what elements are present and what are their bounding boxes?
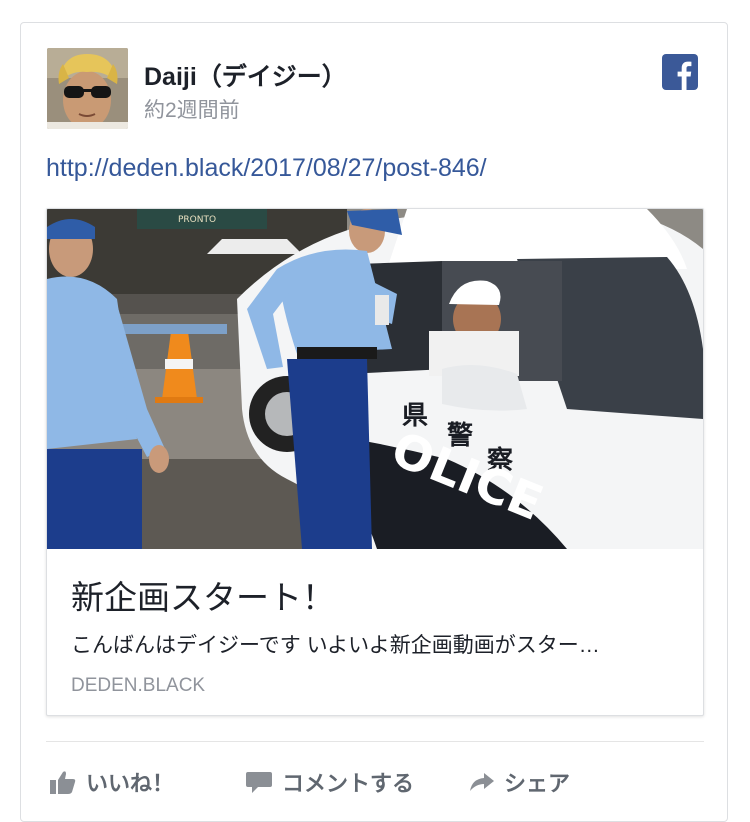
- author-name[interactable]: Daiji（デイジー）: [144, 57, 347, 93]
- attachment-title[interactable]: 新企画スタート！: [71, 571, 335, 619]
- actions-divider: [46, 741, 704, 742]
- attachment-description: こんばんはデイジーです いよいよ新企画動画がスター…: [71, 634, 600, 657]
- attachment-photo: PRONTO 県 警 察 OLICE: [47, 209, 703, 549]
- post-timestamp[interactable]: 約2週間前: [144, 94, 240, 124]
- post-link[interactable]: http://deden.black/2017/08/27/post-846/: [46, 154, 487, 183]
- avatar-image: [47, 48, 128, 129]
- action-bar: いいね！ コメントする シェア: [46, 765, 704, 799]
- facebook-post-card: Daiji（デイジー） 約2週間前 http://deden.black/201…: [20, 22, 728, 822]
- thumbs-up-icon: [50, 771, 76, 794]
- attachment-domain: DEDEN.BLACK: [71, 675, 206, 696]
- avatar[interactable]: [47, 48, 128, 129]
- facebook-icon[interactable]: [662, 54, 698, 90]
- comment-label: コメントする: [282, 771, 415, 796]
- share-arrow-icon: [470, 773, 494, 791]
- store-sign-text: PRONTO: [178, 215, 216, 225]
- like-label: いいね！: [86, 771, 175, 796]
- like-button[interactable]: いいね！: [50, 765, 174, 799]
- link-attachment[interactable]: PRONTO 県 警 察 OLICE 新企画スタート！ こんばんはデイジーです …: [46, 208, 704, 716]
- comment-button[interactable]: コメントする: [246, 765, 414, 799]
- share-label: シェア: [504, 771, 571, 796]
- comment-bubble-icon: [246, 772, 272, 793]
- share-button[interactable]: シェア: [470, 765, 570, 799]
